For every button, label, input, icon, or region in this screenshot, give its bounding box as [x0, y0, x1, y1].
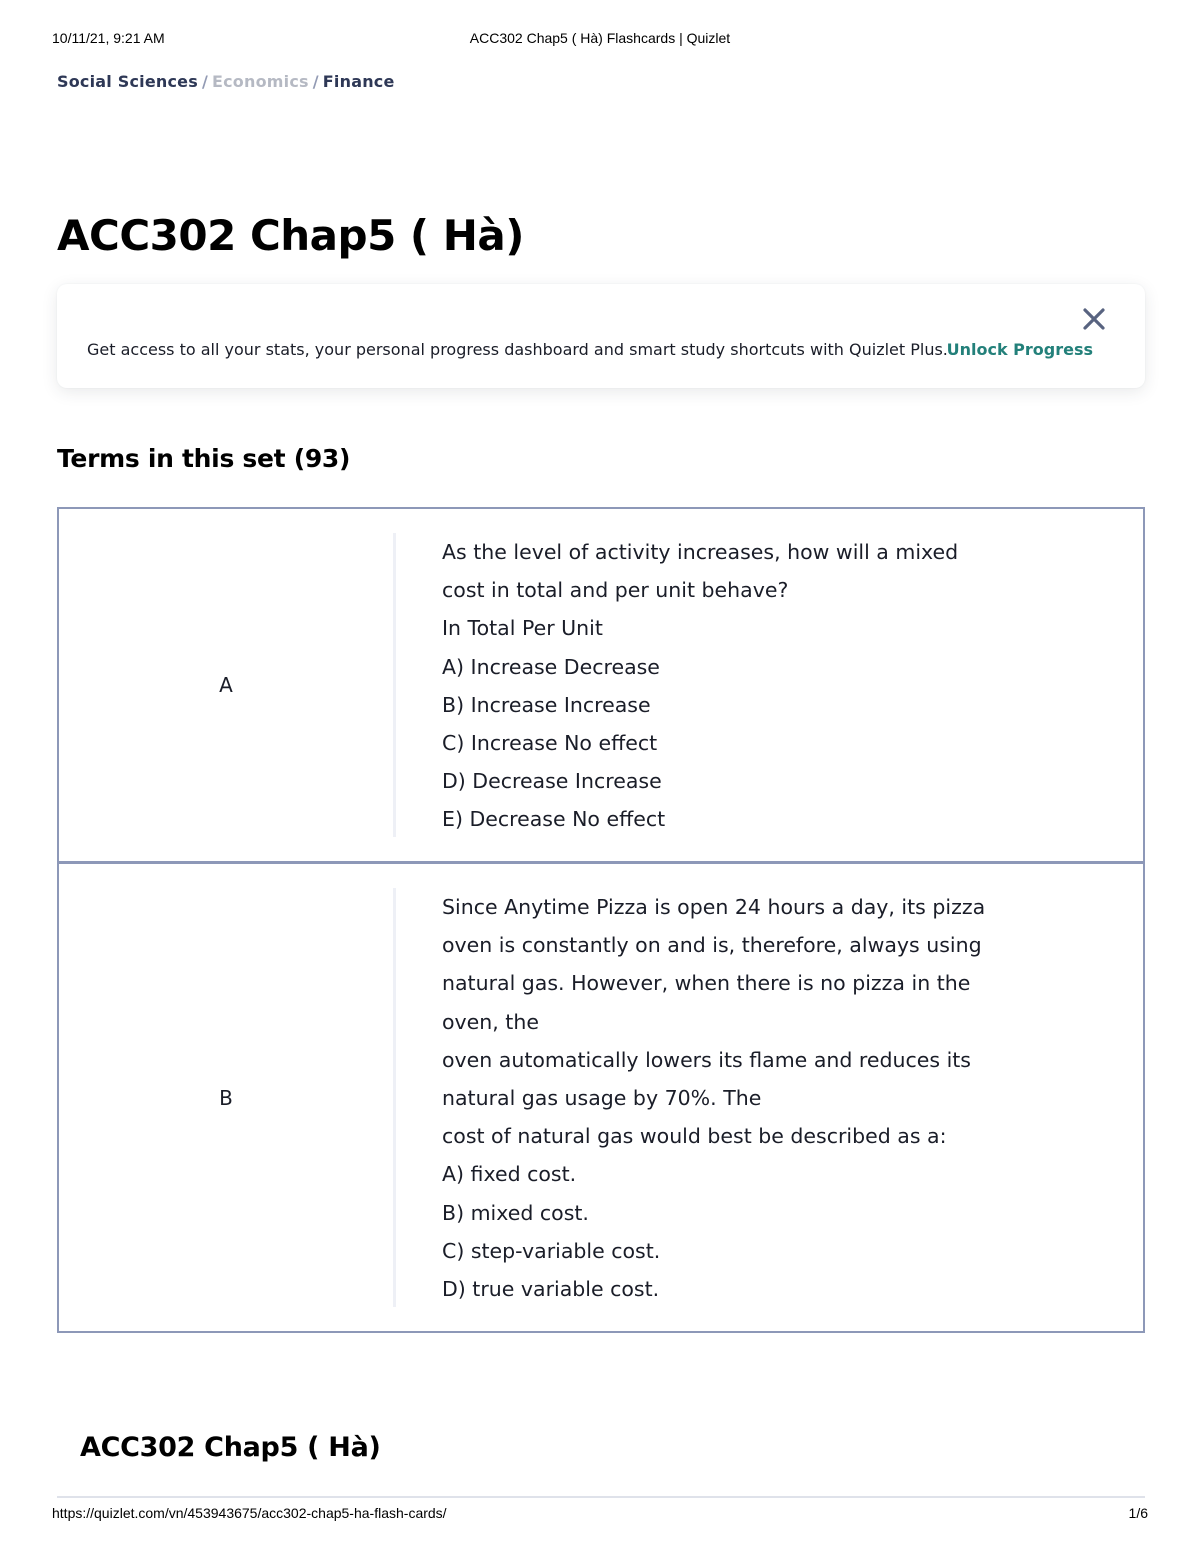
definition-line: Since Anytime Pizza is open 24 hours a d…: [442, 895, 986, 919]
breadcrumb-separator: /: [201, 72, 208, 91]
breadcrumb-item-finance[interactable]: Finance: [323, 72, 395, 91]
footer-set-title: ACC302 Chap5 ( Hà): [80, 1432, 381, 1463]
upsell-banner: Get access to all your stats, your perso…: [57, 284, 1145, 388]
definition-line: E) Decrease No effect: [442, 807, 666, 832]
definition-line: C) step-variable cost.: [442, 1238, 661, 1263]
definition-line: natural gas usage by 70%. The: [442, 1086, 762, 1111]
print-page-number: 1/6: [1128, 1505, 1148, 1521]
banner-message: Get access to all your stats, your perso…: [87, 340, 948, 359]
terms-heading: Terms in this set (93): [57, 444, 351, 473]
footer-divider: [57, 1496, 1145, 1498]
unlock-progress-link[interactable]: Unlock Progress: [947, 340, 1093, 359]
definition-line: natural gas. However, when there is no p…: [442, 971, 971, 996]
definition-line: D) true variable cost.: [442, 1277, 660, 1302]
set-title: ACC302 Chap5 ( Hà): [57, 211, 524, 260]
term-word: B: [219, 1085, 233, 1110]
print-page-title: ACC302 Chap5 ( Hà) Flashcards | Quizlet: [469, 30, 731, 46]
term-row: A As the level of activity increases, ho…: [59, 509, 1143, 861]
print-url: https://quizlet.com/vn/453943675/acc302-…: [52, 1505, 447, 1521]
definition-line: cost in total and per unit behave?: [442, 578, 789, 603]
breadcrumb-separator: /: [312, 72, 319, 91]
definition-line: As the level of activity increases, how …: [442, 540, 959, 564]
breadcrumb-item-economics[interactable]: Economics: [212, 72, 309, 91]
definition-line: A) Increase Decrease: [442, 654, 660, 679]
term-word: A: [219, 673, 233, 697]
print-header: 10/11/21, 9:21 AM ACC302 Chap5 ( Hà) Fla…: [0, 30, 1200, 50]
term-row: B Since Anytime Pizza is open 24 hours a…: [59, 861, 1143, 1331]
close-icon[interactable]: [1081, 306, 1107, 332]
definition-line: oven automatically lowers its flame and …: [442, 1047, 971, 1072]
term-definition: As the level of activity increases, how …: [396, 509, 1143, 861]
definition-line: B) mixed cost.: [442, 1200, 589, 1225]
breadcrumb: Social Sciences / Economics / Finance: [57, 72, 395, 91]
term-definition: Since Anytime Pizza is open 24 hours a d…: [396, 864, 1143, 1331]
definition-line: C) Increase No effect: [442, 731, 658, 756]
definition-line: D) Decrease Increase: [442, 769, 662, 794]
definition-line: B) Increase Increase: [442, 692, 651, 717]
definition-line: In Total Per Unit: [442, 616, 603, 641]
terms-list: A As the level of activity increases, ho…: [57, 507, 1145, 1333]
definition-line: oven is constantly on and is, therefore,…: [442, 933, 982, 958]
breadcrumb-item-social-sciences[interactable]: Social Sciences: [57, 72, 198, 91]
definition-line: A) fixed cost.: [442, 1162, 577, 1187]
definition-line: oven, the: [442, 1009, 539, 1034]
definition-line: cost of natural gas would best be descri…: [442, 1124, 947, 1149]
